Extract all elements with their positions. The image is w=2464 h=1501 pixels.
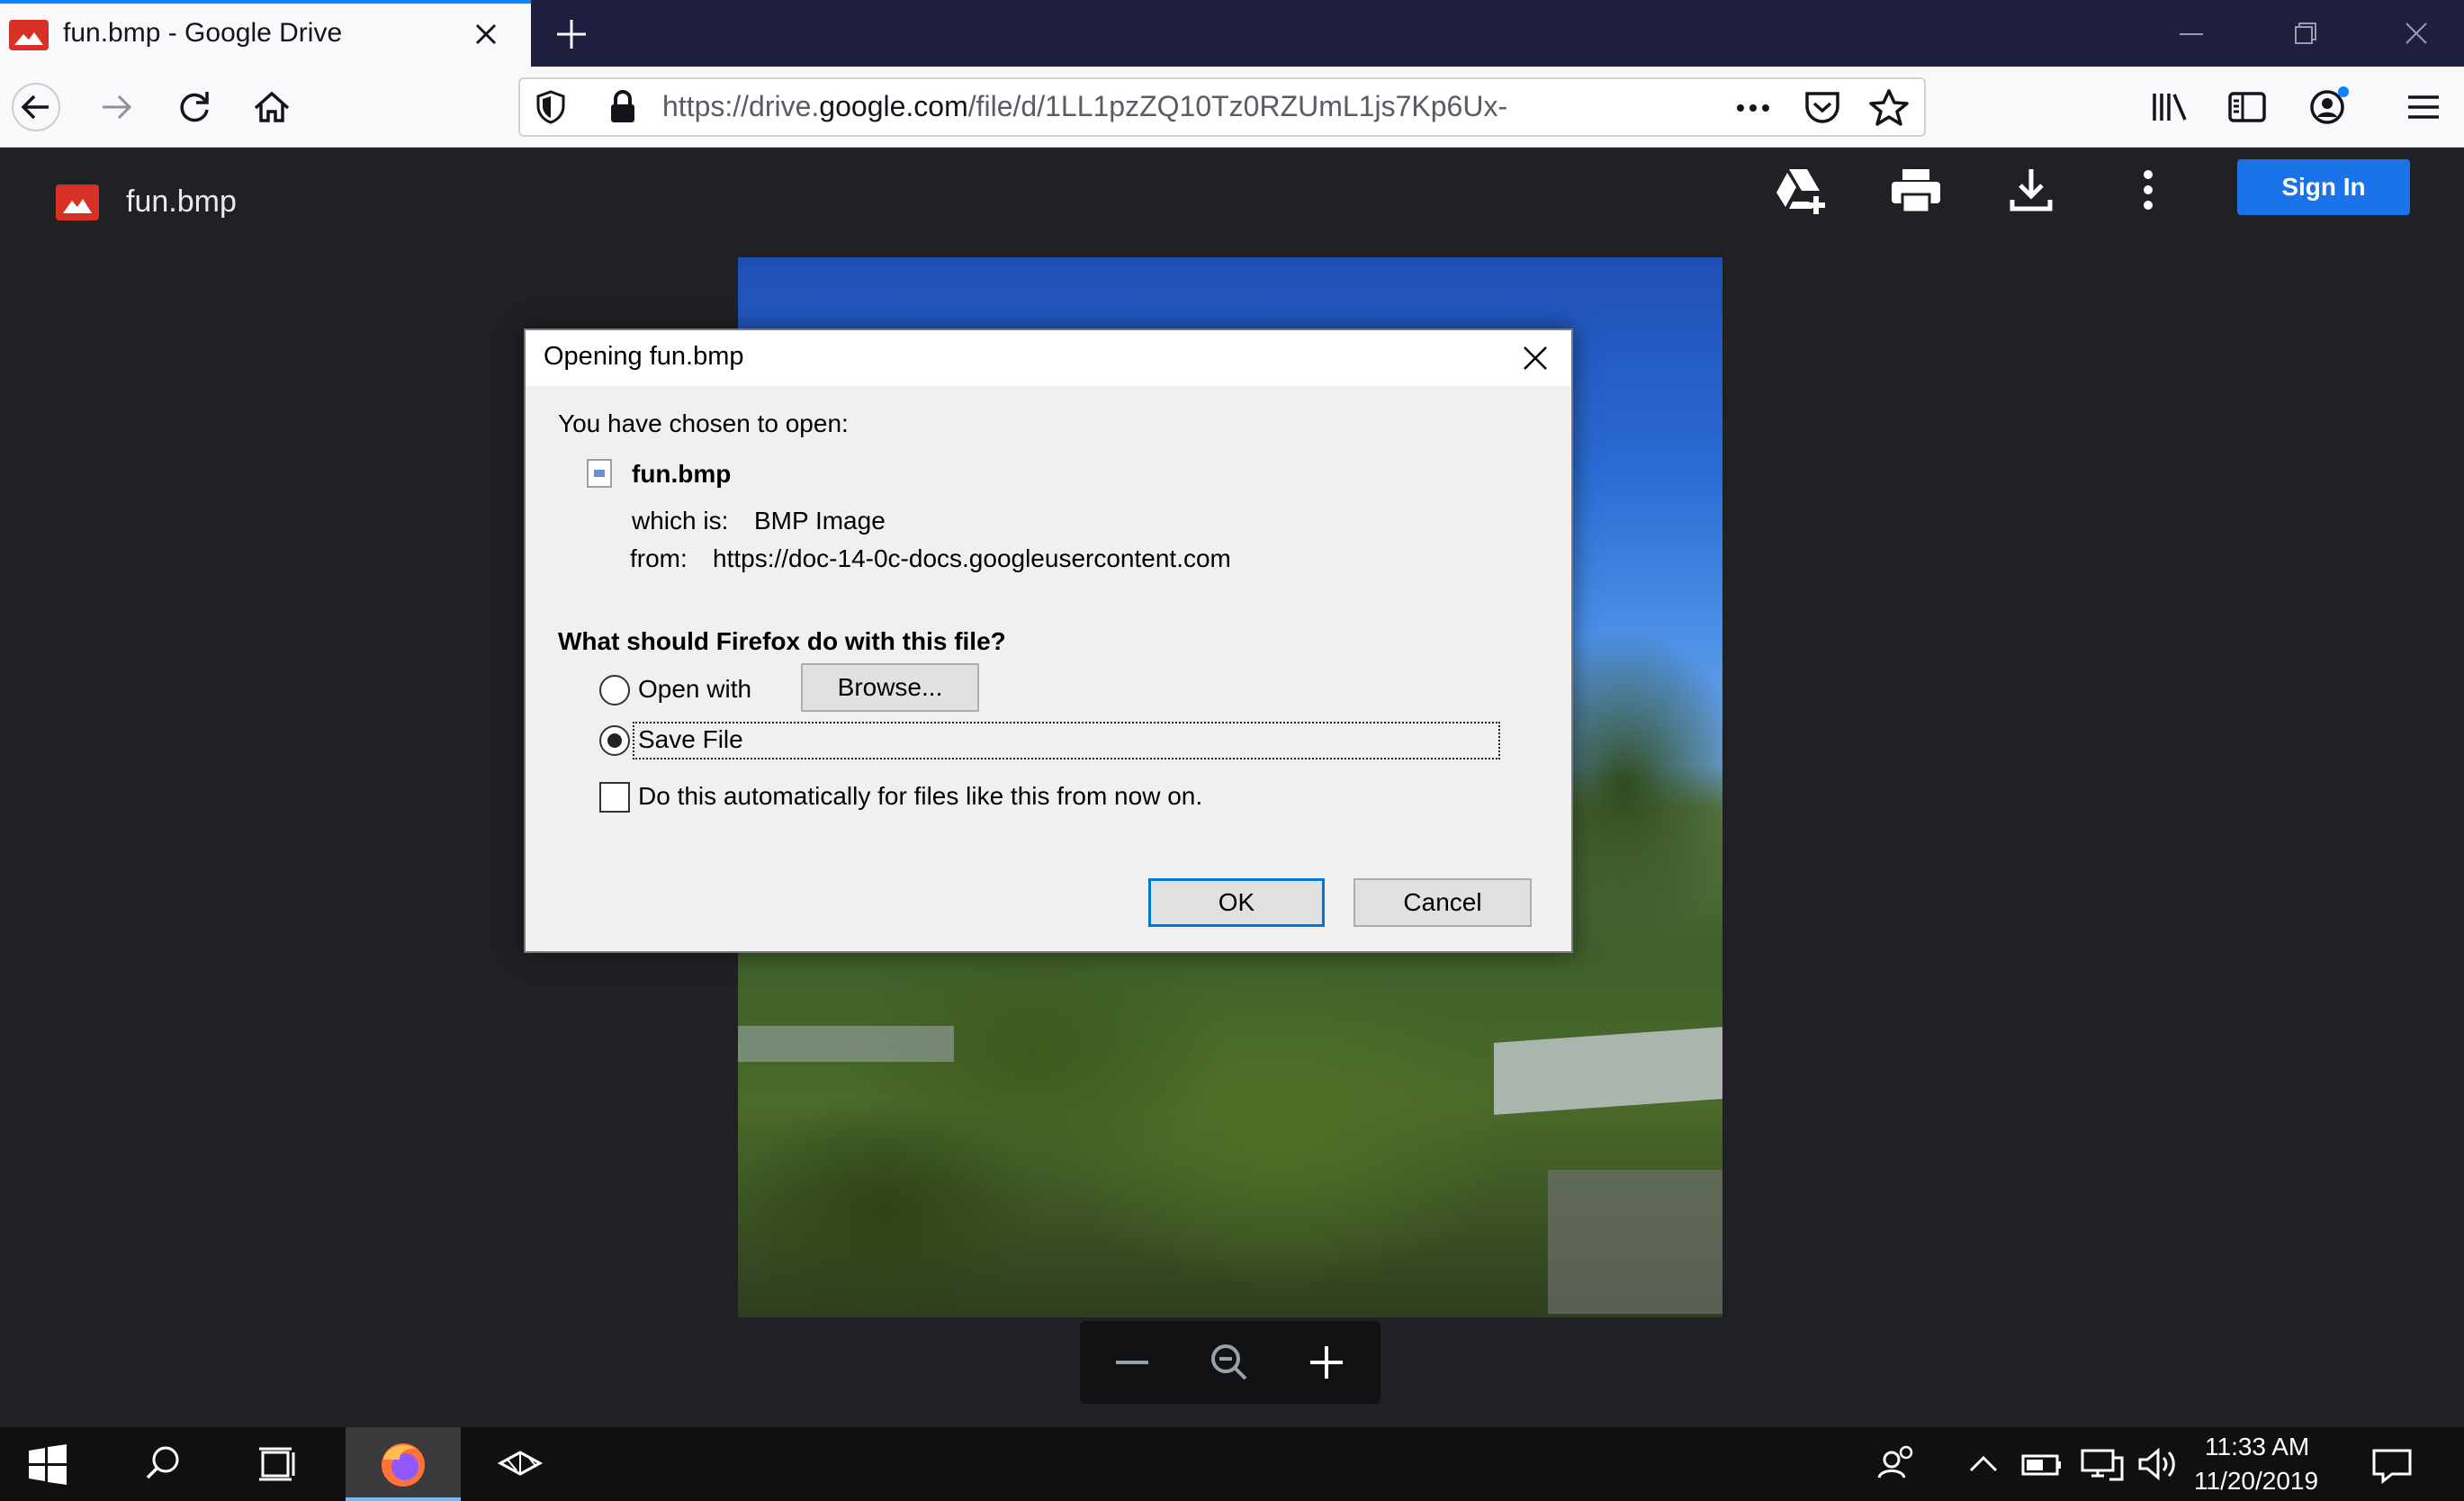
save-file-radio[interactable] xyxy=(599,725,630,756)
clock-date[interactable]: 11/20/2019 xyxy=(2194,1467,2318,1496)
tab-close-icon[interactable] xyxy=(468,16,504,52)
new-tab-plus-icon[interactable] xyxy=(549,14,594,54)
restore-icon[interactable] xyxy=(2280,14,2329,54)
hamburger-menu-icon[interactable] xyxy=(2401,86,2446,128)
from-label: from: xyxy=(630,544,688,572)
which-is-value: BMP Image xyxy=(754,507,886,535)
volume-icon[interactable] xyxy=(2129,1436,2190,1492)
minimize-icon[interactable] xyxy=(2167,14,2216,54)
page-actions-more-icon[interactable] xyxy=(1730,90,1776,126)
zoom-out-minus-icon[interactable] xyxy=(1103,1335,1161,1389)
sign-in-button[interactable]: Sign In xyxy=(2237,159,2410,215)
cancel-button[interactable]: Cancel xyxy=(1353,878,1532,927)
app-3d-icon[interactable] xyxy=(490,1436,551,1492)
open-with-radio[interactable] xyxy=(599,675,630,706)
add-to-drive-icon[interactable] xyxy=(1769,162,1832,218)
task-view-icon[interactable] xyxy=(248,1436,310,1492)
library-icon[interactable] xyxy=(2147,86,2192,128)
reload-icon[interactable] xyxy=(167,81,221,133)
tab-title: fun.bmp - Google Drive xyxy=(63,18,343,48)
account-icon[interactable] xyxy=(2304,83,2352,128)
network-icon[interactable] xyxy=(2072,1436,2133,1492)
from-value: https://doc-14-0c-docs.googleusercontent… xyxy=(713,544,1231,572)
search-icon[interactable] xyxy=(131,1436,193,1492)
dialog-file-name: fun.bmp xyxy=(632,460,732,488)
home-icon[interactable] xyxy=(245,81,299,133)
image-file-icon xyxy=(56,184,99,220)
auto-action-checkbox[interactable] xyxy=(599,782,630,813)
image-detail xyxy=(738,1026,954,1062)
zoom-in-plus-icon[interactable] xyxy=(1298,1335,1355,1389)
more-options-icon[interactable] xyxy=(2117,162,2180,218)
firefox-icon[interactable] xyxy=(373,1436,434,1492)
save-file-label[interactable]: Save File xyxy=(638,725,743,754)
ok-button[interactable]: OK xyxy=(1148,878,1325,927)
image-detail xyxy=(1548,1170,1722,1314)
save-file-focus-ring xyxy=(633,722,1500,759)
url-text[interactable]: https://drive.google.com/file/d/1LL1pzZQ… xyxy=(662,90,1643,123)
people-icon[interactable] xyxy=(1866,1436,1928,1492)
clock-time[interactable]: 11:33 AM xyxy=(2205,1433,2309,1461)
browse-button[interactable]: Browse... xyxy=(801,663,979,712)
lock-icon[interactable] xyxy=(605,88,641,126)
dialog-title: Opening fun.bmp xyxy=(544,342,744,371)
dialog-intro: You have chosen to open: xyxy=(558,409,849,437)
pocket-icon[interactable] xyxy=(1800,86,1845,128)
notifications-icon[interactable] xyxy=(2361,1436,2423,1492)
back-arrow-icon[interactable] xyxy=(9,81,63,133)
shield-icon[interactable] xyxy=(533,88,569,126)
sidebar-toggle-icon[interactable] xyxy=(2225,86,2270,128)
drive-file-name: fun.bmp xyxy=(126,184,237,219)
dialog-close-icon[interactable] xyxy=(1517,340,1553,376)
bmp-file-icon xyxy=(587,459,612,488)
close-window-icon[interactable] xyxy=(2392,14,2441,54)
which-is-label: which is: xyxy=(632,507,729,535)
open-with-label[interactable]: Open with xyxy=(638,675,751,704)
battery-icon[interactable] xyxy=(2010,1436,2072,1492)
bookmark-star-icon[interactable] xyxy=(1866,86,1911,128)
zoom-magnifier-icon[interactable] xyxy=(1201,1335,1258,1389)
print-icon[interactable] xyxy=(1884,162,1947,218)
auto-action-label[interactable]: Do this automatically for files like thi… xyxy=(638,782,1202,811)
dialog-question: What should Firefox do with this file? xyxy=(558,627,1006,655)
chevron-up-icon[interactable] xyxy=(1953,1436,2014,1492)
windows-start-icon[interactable] xyxy=(16,1436,77,1492)
forward-arrow-icon[interactable] xyxy=(90,81,144,133)
drive-image-favicon-icon xyxy=(9,20,49,50)
download-icon[interactable] xyxy=(2000,162,2063,218)
